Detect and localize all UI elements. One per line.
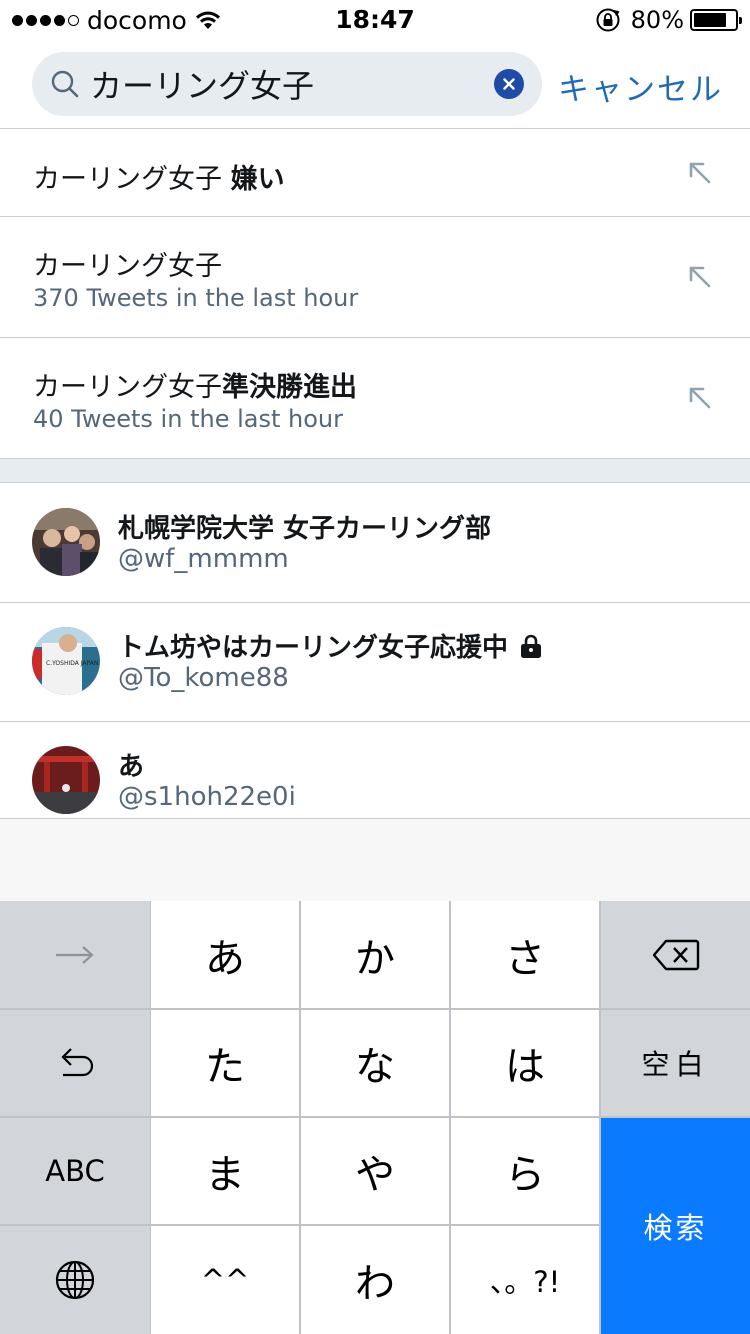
rotation-lock-icon bbox=[596, 8, 620, 32]
fill-query-arrow-icon[interactable] bbox=[686, 384, 714, 412]
user-name: トム坊やはカーリング女子応援中 bbox=[118, 633, 509, 663]
clear-search-button[interactable] bbox=[494, 69, 524, 99]
search-suggestion[interactable]: カーリング女子 370 Tweets in the last hour bbox=[0, 217, 750, 338]
fill-query-arrow-icon[interactable] bbox=[686, 263, 714, 291]
key-sa[interactable]: さ bbox=[451, 901, 599, 1008]
suggestion-tweet-count: 40 Tweets in the last hour bbox=[33, 405, 343, 433]
key-ta[interactable]: た bbox=[151, 1010, 299, 1116]
avatar-text: C.YOSHIDA JAPAN bbox=[46, 660, 98, 667]
search-key[interactable]: 検索 bbox=[601, 1118, 750, 1334]
key-wa[interactable]: わ bbox=[301, 1226, 449, 1334]
user-handle: @s1hoh22e0i bbox=[118, 782, 296, 812]
status-bar: docomo 18:47 80% bbox=[0, 0, 750, 40]
avatar: C.YOSHIDA JAPAN bbox=[32, 627, 100, 695]
suggestion-text-bold: 準決勝進出 bbox=[222, 372, 357, 403]
search-header: キャンセル bbox=[0, 40, 750, 128]
user-result[interactable]: 札幌学院大学 女子カーリング部 @wf_mmmm bbox=[0, 484, 750, 603]
backspace-icon bbox=[652, 939, 699, 970]
search-suggestion[interactable]: カーリング女子 嫌い bbox=[0, 129, 750, 217]
user-handle: @To_kome88 bbox=[118, 663, 289, 693]
close-icon bbox=[503, 78, 515, 90]
key-ma[interactable]: ま bbox=[151, 1118, 299, 1224]
delete-key[interactable] bbox=[601, 901, 750, 1008]
undo-icon bbox=[61, 1048, 94, 1077]
fill-query-arrow-icon[interactable] bbox=[686, 159, 714, 187]
search-input[interactable] bbox=[90, 62, 470, 106]
key-punctuation[interactable]: 、。?! bbox=[451, 1226, 599, 1334]
user-name: あ bbox=[118, 752, 145, 782]
empty-area bbox=[0, 819, 750, 901]
keyboard: あ か さ た な は 空白 ABC ま や ら 検索 ^^ わ 、。?! bbox=[0, 901, 750, 1334]
user-handle: @wf_mmmm bbox=[118, 544, 289, 574]
search-suggestion[interactable]: カーリング女子準決勝進出 40 Tweets in the last hour bbox=[0, 338, 750, 459]
search-icon bbox=[51, 70, 79, 98]
section-separator bbox=[0, 459, 750, 483]
globe-key[interactable] bbox=[0, 1226, 150, 1334]
avatar bbox=[32, 508, 100, 576]
user-name: 札幌学院大学 女子カーリング部 bbox=[118, 514, 492, 544]
abc-key[interactable]: ABC bbox=[0, 1118, 150, 1224]
suggestion-text-bold: 嫌い bbox=[230, 164, 285, 195]
cancel-button[interactable]: キャンセル bbox=[558, 64, 723, 109]
key-na[interactable]: な bbox=[301, 1010, 449, 1116]
key-ka[interactable]: か bbox=[301, 901, 449, 1008]
suggestion-text: カーリング女子 bbox=[33, 251, 222, 282]
suggestion-text: カーリング女子 bbox=[33, 372, 222, 403]
space-key[interactable]: 空白 bbox=[601, 1010, 750, 1116]
avatar bbox=[32, 746, 100, 814]
key-kaomoji[interactable]: ^^ bbox=[151, 1226, 299, 1334]
undo-key[interactable] bbox=[0, 1010, 150, 1116]
suggestion-text: カーリング女子 bbox=[33, 164, 231, 195]
user-result[interactable]: あ @s1hoh22e0i bbox=[0, 722, 750, 819]
suggestion-tweet-count: 370 Tweets in the last hour bbox=[33, 284, 359, 312]
key-ya[interactable]: や bbox=[301, 1118, 449, 1224]
next-candidate-key[interactable] bbox=[0, 901, 150, 1008]
user-result[interactable]: C.YOSHIDA JAPAN トム坊やはカーリング女子応援中 @To_kome… bbox=[0, 603, 750, 722]
lock-icon bbox=[521, 634, 542, 658]
key-a[interactable]: あ bbox=[151, 901, 299, 1008]
search-box[interactable] bbox=[32, 52, 542, 116]
globe-icon bbox=[55, 1260, 95, 1300]
key-ha[interactable]: は bbox=[451, 1010, 599, 1116]
right-arrow-icon bbox=[56, 945, 94, 964]
key-ra[interactable]: ら bbox=[451, 1118, 599, 1224]
battery-icon bbox=[690, 9, 742, 31]
battery-percent: 80% bbox=[630, 6, 684, 34]
